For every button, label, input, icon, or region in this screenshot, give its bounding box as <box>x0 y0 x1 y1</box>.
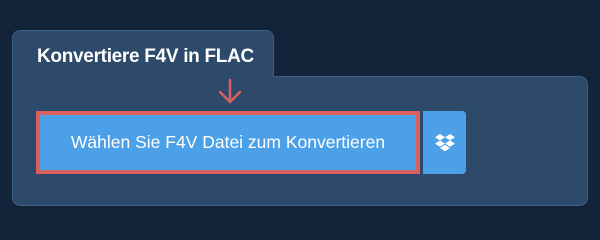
dropbox-button[interactable] <box>423 111 466 174</box>
choose-file-button[interactable]: Wählen Sie F4V Datei zum Konvertieren <box>36 111 420 174</box>
choose-file-button-label: Wählen Sie F4V Datei zum Konvertieren <box>70 132 386 152</box>
dropbox-icon <box>434 133 455 151</box>
converter-tab-title: Konvertiere F4V in FLAC <box>37 46 254 67</box>
arrow-down-icon <box>218 78 242 104</box>
